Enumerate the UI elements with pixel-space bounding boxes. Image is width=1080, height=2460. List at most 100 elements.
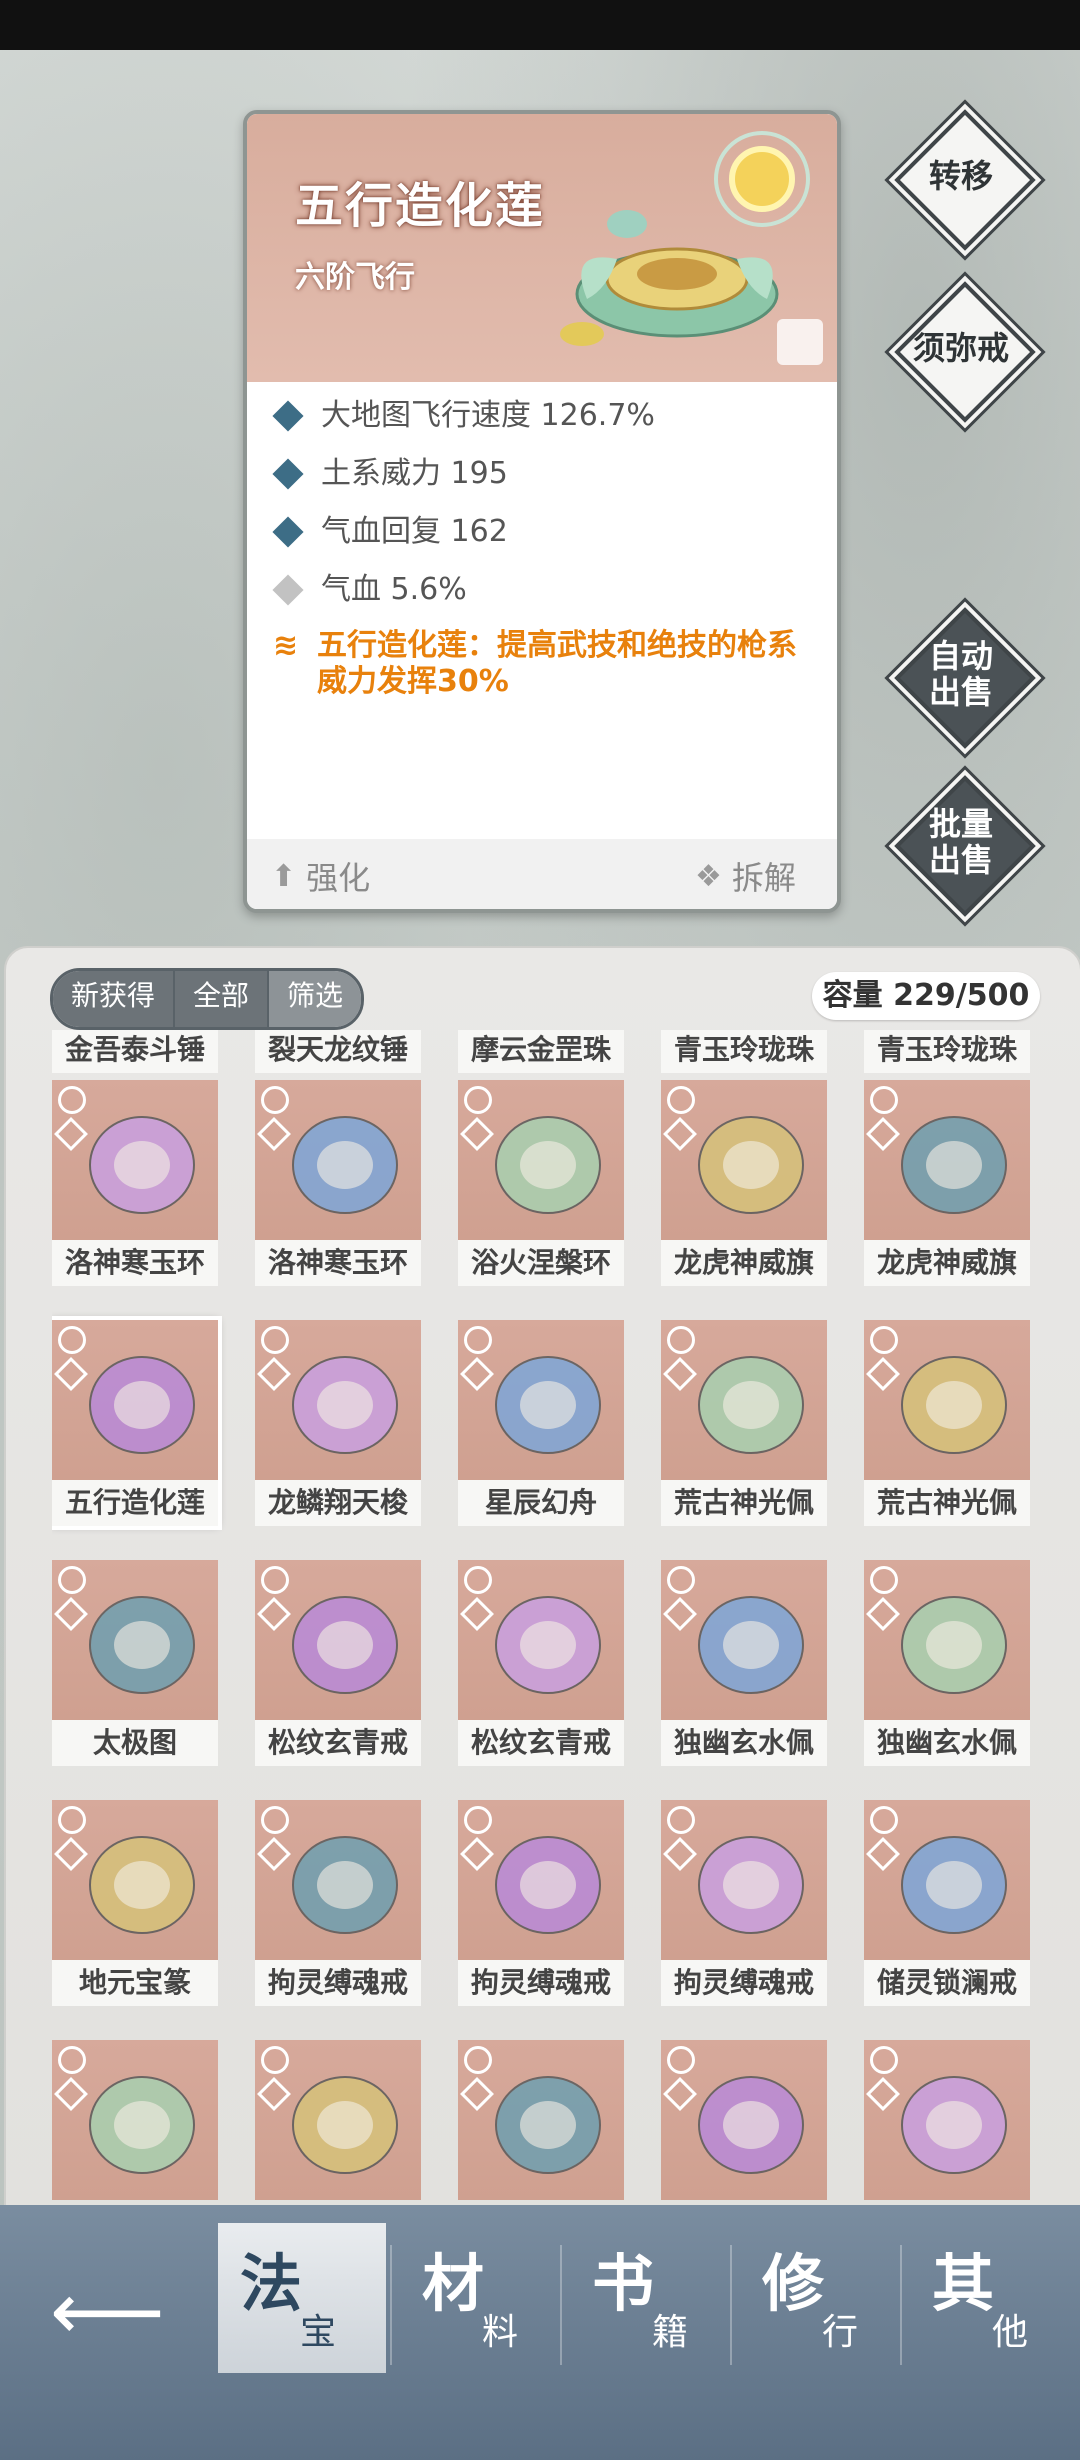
item-name: 拘灵缚魂戒	[661, 1960, 827, 2006]
item-name: 龙鳞翔天梭	[255, 1480, 421, 1526]
tab-materials[interactable]: 材 料	[400, 2223, 568, 2373]
item-thumbnail	[52, 1080, 218, 1240]
item-art	[292, 1596, 398, 1694]
tab-cultivation-label: 修	[762, 2247, 825, 2320]
auto-sell-button[interactable]: 自动出售	[894, 607, 1036, 749]
tab-treasure-label: 法	[240, 2247, 303, 2320]
ring-storage-button[interactable]: 须弥戒	[894, 281, 1036, 423]
inventory-item[interactable]: 龙虎神威旗	[864, 1080, 1030, 1286]
item-art	[901, 2076, 1007, 2174]
item-art	[292, 1356, 398, 1454]
inventory-grid[interactable]: 金吾泰斗锤 裂天龙纹锤 摩云金罡珠 青玉玲珑珠 青玉玲珑珠 洛神寒玉环 洛神寒玉环 浴火涅槃环…	[52, 1030, 1032, 2205]
item-detail-header: 五行造化莲 六阶飞行	[247, 114, 837, 382]
capacity-badge: 容量 229/500	[812, 972, 1040, 1020]
tab-materials-label: 材	[422, 2247, 485, 2320]
tab-treasure[interactable]: 法 宝	[218, 2223, 386, 2373]
item-stats: 大地图飞行速度 126.7% 土系威力 195 气血回复 162 气血 5.6%…	[272, 398, 818, 722]
item-art	[89, 1836, 195, 1934]
inventory-item[interactable]: 龙鳞翔天梭	[255, 1320, 421, 1526]
item-name: 储灵锁澜戒	[864, 1960, 1030, 2006]
inventory-item[interactable]: 青玉玲珑珠	[661, 1030, 827, 1073]
batch-sell-label: 批量出售	[928, 805, 993, 879]
inventory-item[interactable]: 金吾泰斗锤	[52, 1030, 218, 1073]
inventory-item[interactable]: 青玉玲珑珠	[864, 1030, 1030, 1073]
inventory-item[interactable]: 星辰幻舟	[458, 1320, 624, 1526]
inventory-item[interactable]: 储灵锁澜戒	[864, 1800, 1030, 2006]
tab-cultivation[interactable]: 修 行	[740, 2223, 908, 2373]
back-arrow-icon[interactable]: ⟵	[50, 2265, 165, 2358]
dismantle-label: 拆解	[731, 859, 796, 897]
inventory-item[interactable]: 地元宝篆	[52, 1800, 218, 2006]
item-thumbnail	[52, 1320, 218, 1480]
item-art	[901, 1116, 1007, 1214]
transfer-label: 转移	[928, 157, 993, 195]
filter-all[interactable]: 全部	[175, 971, 270, 1027]
item-thumbnail	[458, 1800, 624, 1960]
filter-screen[interactable]: 筛选	[269, 971, 362, 1027]
stat-text: 气血回复 162	[321, 514, 508, 549]
inventory-item[interactable]: 太极图	[52, 1560, 218, 1766]
inventory-item[interactable]: 龙虎神威旗	[661, 1080, 827, 1286]
tab-other-label: 其	[932, 2247, 995, 2320]
tab-books-sub: 籍	[652, 2312, 689, 2353]
inventory-item[interactable]: 拘灵缚魂戒	[661, 1800, 827, 2006]
inventory-item[interactable]	[255, 2040, 421, 2200]
inventory-item[interactable]: 独幽玄水佩	[864, 1560, 1030, 1766]
tab-divider	[730, 2245, 732, 2365]
item-art	[495, 1836, 601, 1934]
transfer-button[interactable]: 转移	[894, 109, 1036, 251]
item-thumbnail	[255, 2040, 421, 2200]
inventory-filters: 新获得 全部 筛选	[50, 968, 365, 1030]
dismantle-button[interactable]: ❖ 拆解	[695, 853, 796, 899]
filter-new[interactable]: 新获得	[53, 971, 176, 1027]
stat-bullet-icon	[272, 516, 304, 548]
item-art	[495, 1116, 601, 1214]
item-art	[698, 1836, 804, 1934]
inventory-item[interactable]	[661, 2040, 827, 2200]
inventory-item[interactable]: 荒古神光佩	[661, 1320, 827, 1526]
status-bar	[0, 0, 1080, 50]
batch-sell-button[interactable]: 批量出售	[894, 775, 1036, 917]
inventory-item[interactable]: 荒古神光佩	[864, 1320, 1030, 1526]
item-art	[495, 1356, 601, 1454]
inventory-item[interactable]: 摩云金罡珠	[458, 1030, 624, 1073]
item-name: 金吾泰斗锤	[52, 1030, 218, 1073]
inventory-item[interactable]: 独幽玄水佩	[661, 1560, 827, 1766]
item-name: 洛神寒玉环	[255, 1240, 421, 1286]
item-art	[292, 1116, 398, 1214]
item-thumbnail	[661, 1800, 827, 1960]
tab-books-label: 书	[592, 2247, 655, 2320]
inventory-item[interactable]: 松纹玄青戒	[458, 1560, 624, 1766]
storage-chest-icon[interactable]	[777, 319, 823, 365]
inventory-item[interactable]: 洛神寒玉环	[52, 1080, 218, 1286]
inventory-item[interactable]	[458, 2040, 624, 2200]
inventory-item[interactable]: 浴火涅槃环	[458, 1080, 624, 1286]
tab-materials-sub: 料	[482, 2312, 519, 2353]
item-art	[901, 1356, 1007, 1454]
enhance-button[interactable]: ⬆ 强化	[271, 853, 370, 899]
inventory-item[interactable]	[864, 2040, 1030, 2200]
stat-text: 大地图飞行速度 126.7%	[321, 398, 655, 433]
item-thumbnail	[458, 1560, 624, 1720]
tab-divider	[900, 2245, 902, 2365]
inventory-item[interactable]: 裂天龙纹锤	[255, 1030, 421, 1073]
inventory-item[interactable]: 拘灵缚魂戒	[458, 1800, 624, 2006]
inventory-item[interactable]: 洛神寒玉环	[255, 1080, 421, 1286]
item-name: 荒古神光佩	[661, 1480, 827, 1526]
item-art	[89, 1596, 195, 1694]
inventory-item[interactable]: 松纹玄青戒	[255, 1560, 421, 1766]
inventory-item[interactable]: 拘灵缚魂戒	[255, 1800, 421, 2006]
item-art	[698, 1356, 804, 1454]
item-art	[89, 2076, 195, 2174]
auto-sell-label: 自动出售	[928, 637, 993, 711]
item-subtitle: 六阶飞行	[295, 260, 415, 295]
tab-other[interactable]: 其 他	[910, 2223, 1078, 2373]
tab-books[interactable]: 书 籍	[570, 2223, 738, 2373]
stat-text: 气血 5.6%	[321, 572, 467, 607]
shatter-icon: ❖	[695, 858, 722, 894]
inventory-item[interactable]: 五行造化莲	[52, 1316, 222, 1530]
item-art	[698, 2076, 804, 2174]
inventory-item[interactable]	[52, 2040, 218, 2200]
item-thumbnail	[864, 1080, 1030, 1240]
tab-divider	[560, 2245, 562, 2365]
